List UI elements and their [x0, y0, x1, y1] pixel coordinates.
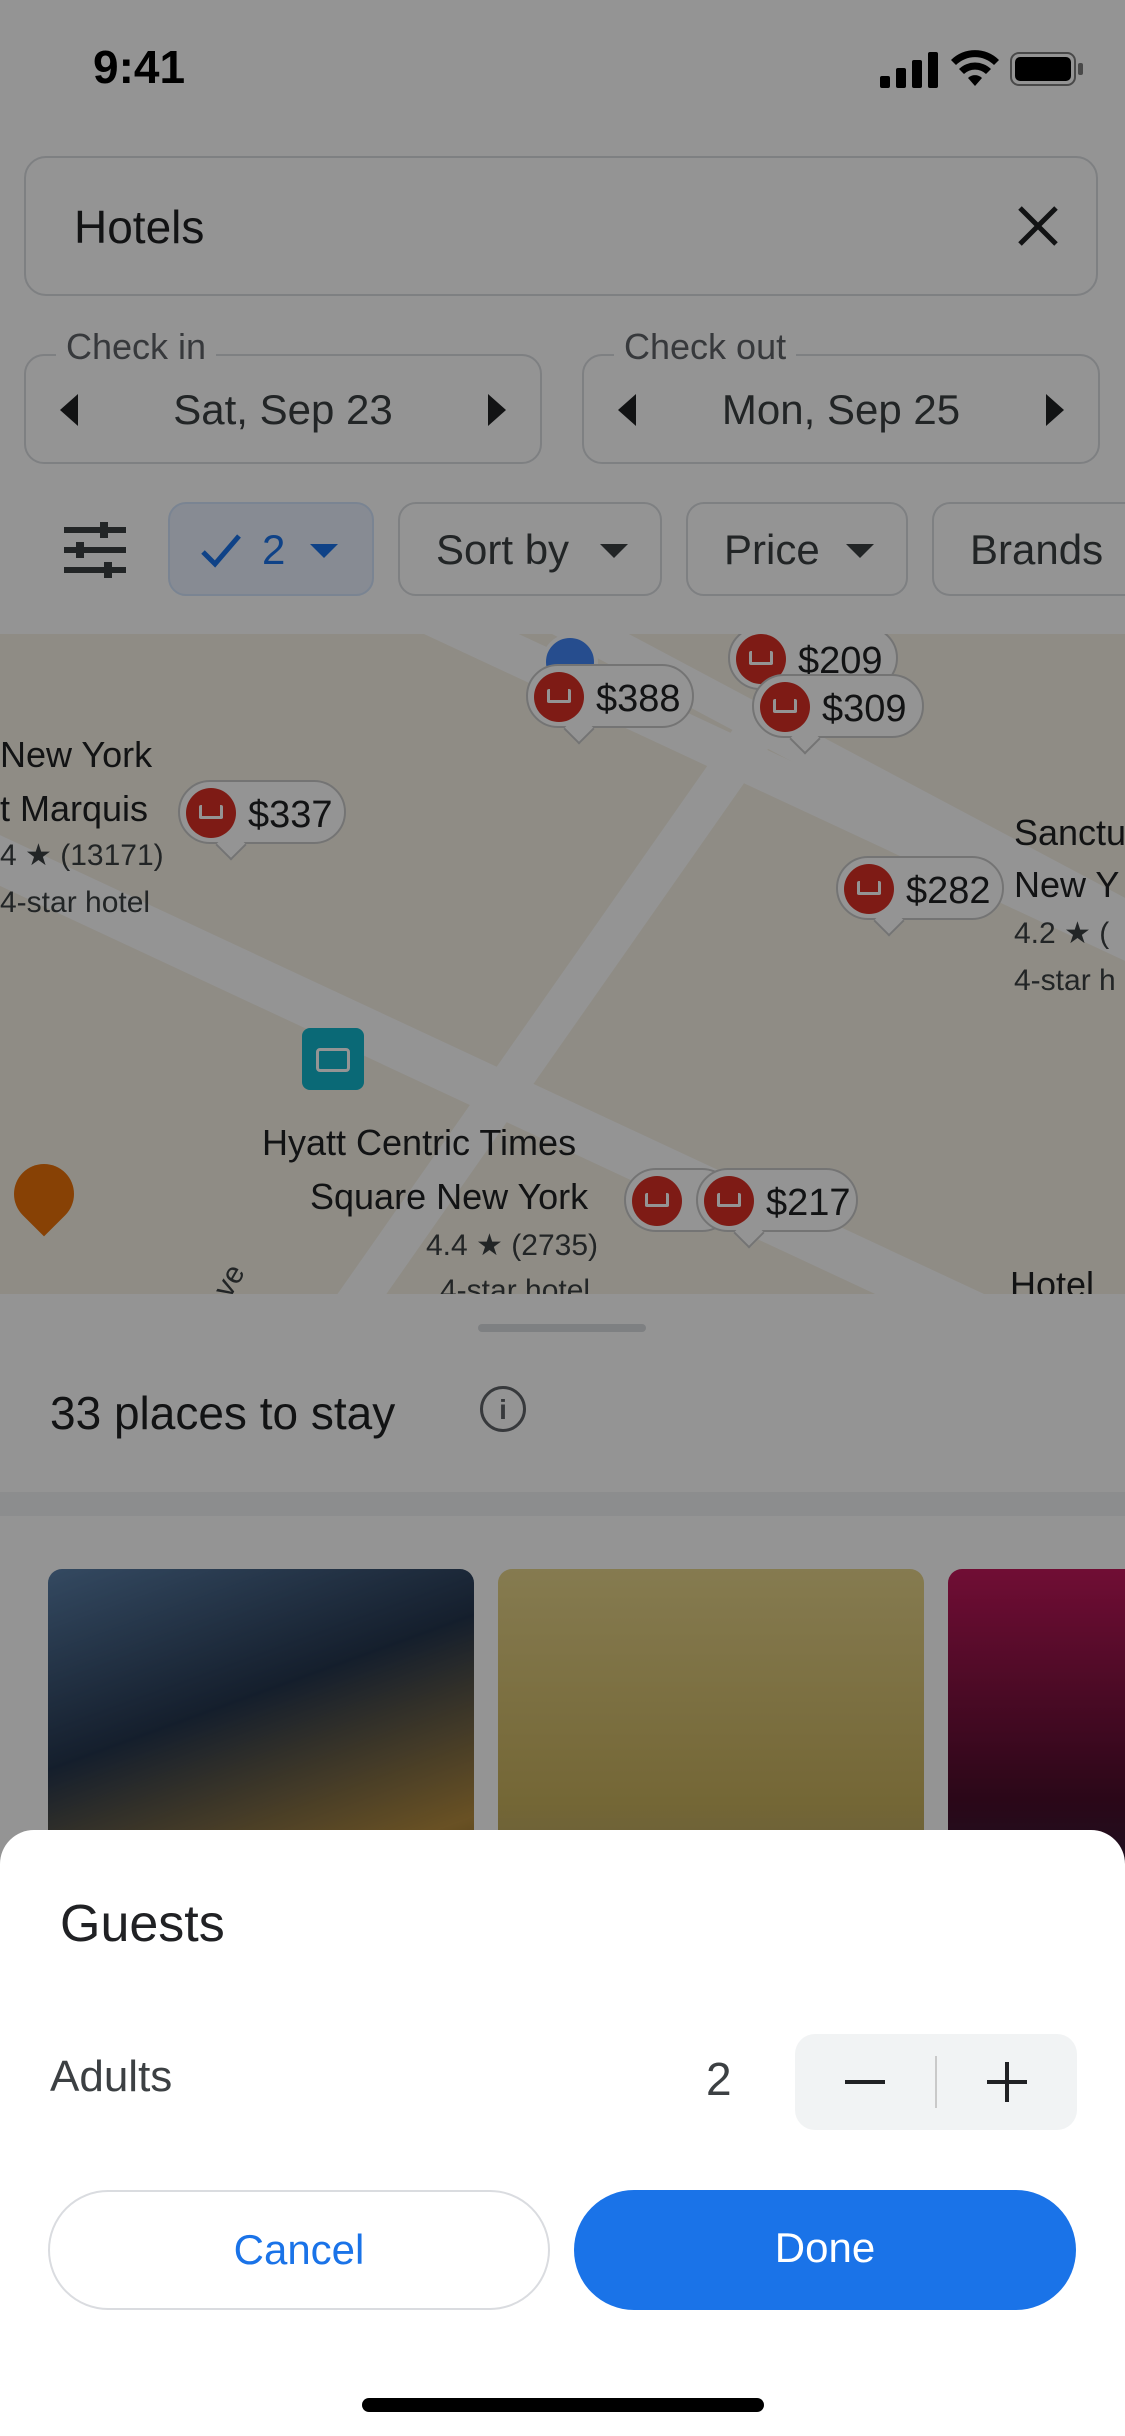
- guests-sheet: Guests Adults 2 Cancel Done: [0, 1830, 1125, 2436]
- home-indicator[interactable]: [362, 2398, 764, 2412]
- adults-count: 2: [706, 2053, 732, 2105]
- adults-stepper: [795, 2034, 1077, 2130]
- plus-icon[interactable]: [937, 2034, 1077, 2130]
- minus-icon[interactable]: [795, 2034, 935, 2130]
- adults-label: Adults: [50, 2052, 173, 2101]
- done-button[interactable]: Done: [574, 2190, 1076, 2310]
- guests-title: Guests: [60, 1895, 225, 1953]
- cancel-button[interactable]: Cancel: [48, 2190, 550, 2310]
